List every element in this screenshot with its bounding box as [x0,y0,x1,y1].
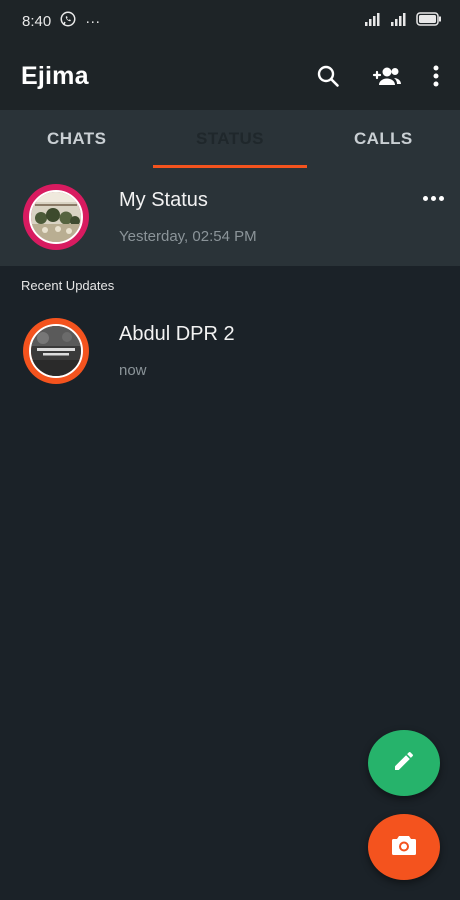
more-horiz-icon[interactable] [423,196,444,201]
app-bar: Ejima [0,42,460,110]
add-contact-icon[interactable] [370,64,402,88]
more-notifications-icon: ··· [85,12,101,30]
my-status-thumbnail [29,190,83,244]
status-bar-right [364,12,442,30]
app-title: Ejima [21,61,89,90]
whatsapp-notification-icon [59,10,77,32]
list-item[interactable]: Abdul DPR 2 now [0,312,460,390]
more-vert-icon[interactable] [432,65,440,87]
app-actions [316,64,440,88]
my-status-time: Yesterday, 02:54 PM [119,228,257,245]
status-bar-left: 8:40 ··· [22,10,100,32]
tab-status[interactable]: STATUS [153,110,307,168]
signal-icon [364,12,382,30]
pencil-icon [392,749,416,778]
status-bar: 8:40 ··· [0,0,460,42]
my-status-row[interactable]: My Status Yesterday, 02:54 PM [0,168,460,266]
text-status-button[interactable] [368,730,440,796]
clock: 8:40 [22,12,52,30]
tab-chats[interactable]: CHATS [0,110,153,168]
tab-bar: CHATS STATUS CALLS [0,110,460,168]
camera-status-button[interactable] [368,814,440,880]
battery-icon [416,12,442,30]
my-status-name: My Status [119,189,208,211]
signal-icon-2 [390,12,408,30]
contact-name: Abdul DPR 2 [119,323,235,345]
contact-status-thumbnail [29,324,83,378]
contact-status-time: now [119,362,147,379]
my-status-avatar[interactable] [23,184,89,250]
camera-icon [390,833,418,862]
my-status-text: My Status Yesterday, 02:54 PM [119,189,460,245]
recent-updates-label: Recent Updates [21,278,115,293]
search-icon[interactable] [316,64,340,88]
contact-status-text: Abdul DPR 2 now [119,323,460,379]
contact-status-avatar[interactable] [23,318,89,384]
tab-calls[interactable]: CALLS [307,110,460,168]
